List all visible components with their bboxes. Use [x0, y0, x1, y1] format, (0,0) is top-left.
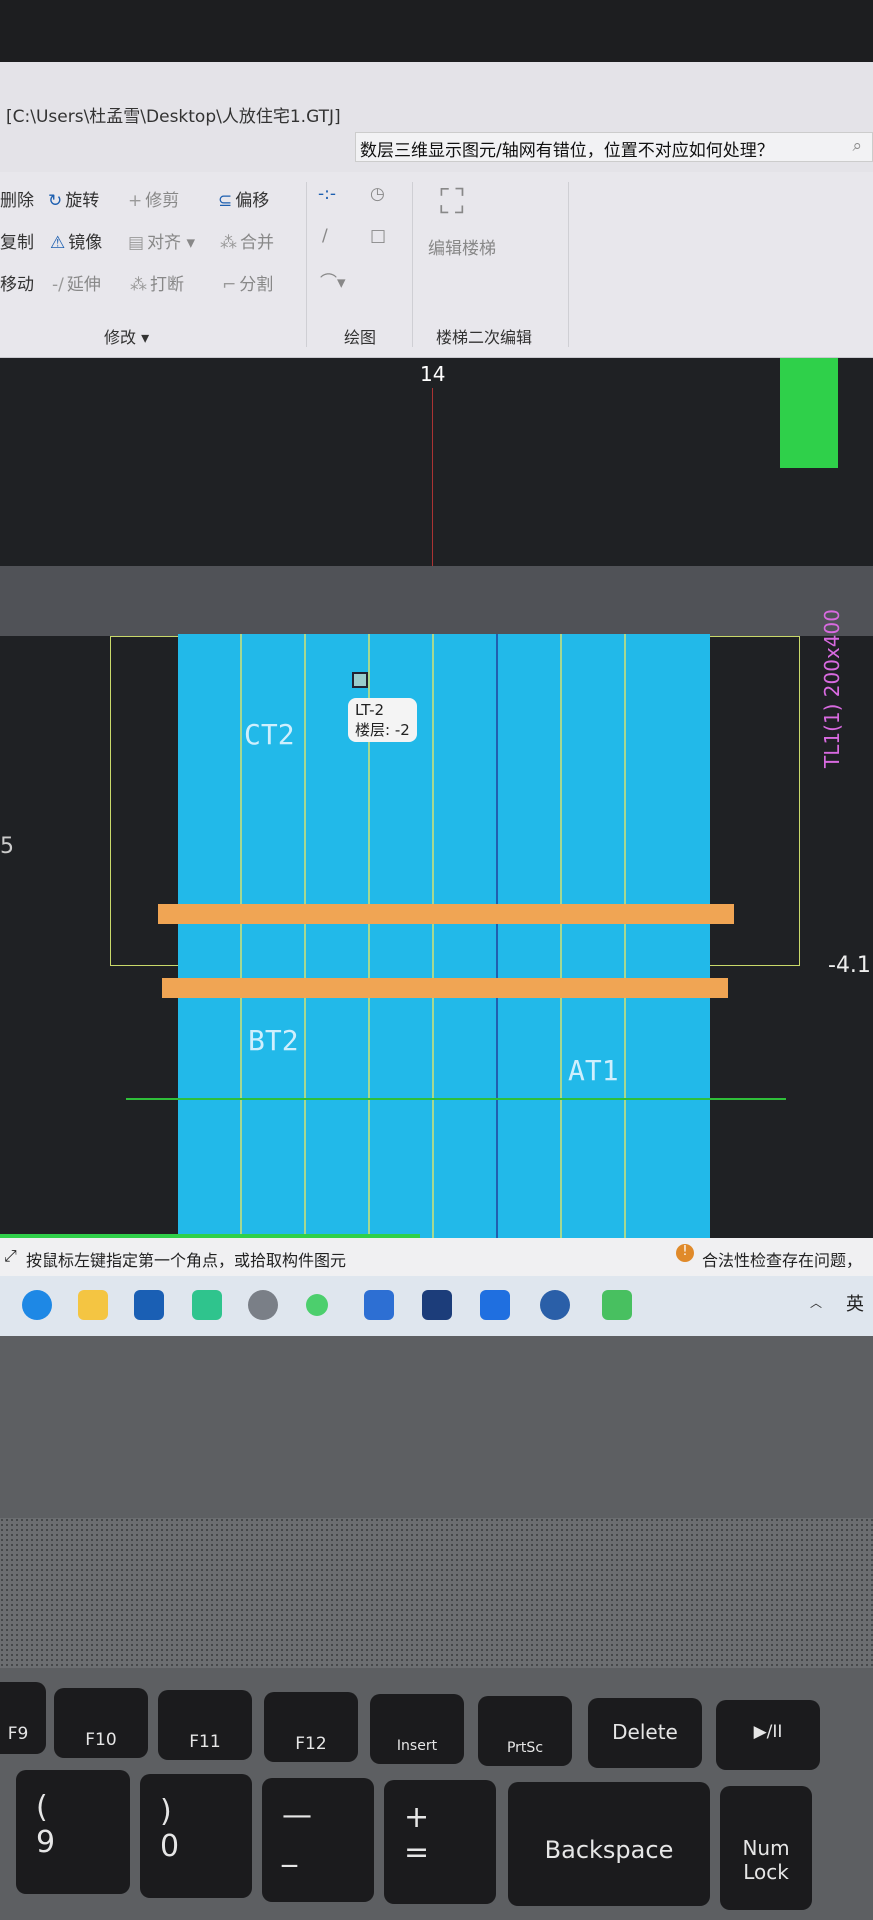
element-tooltip: LT-2 楼层: -2 — [348, 698, 417, 742]
speaker-grille — [0, 1518, 873, 1668]
store-icon[interactable] — [134, 1290, 164, 1320]
key-equals[interactable]: + = — [384, 1780, 496, 1904]
offset-button[interactable]: ⊆ 偏移 — [218, 186, 269, 211]
app-icon[interactable] — [364, 1290, 394, 1320]
copy-button[interactable]: 复制 — [0, 228, 34, 253]
rotate-icon: ↻ — [48, 191, 63, 211]
key-f11[interactable]: F11 — [158, 1690, 252, 1760]
merge-button[interactable]: ⁂ 合并 — [220, 228, 274, 253]
key-f9[interactable]: F9 — [0, 1682, 46, 1754]
ribbon: 删除 ↻ 旋转 + 修剪 ⊆ 偏移 复制 ⚠ 镜像 ▤ 对齐 ▾ ⁂ 合并 移动 -/延伸 … — [0, 172, 873, 358]
circle-icon[interactable]: ◷ — [370, 184, 385, 204]
move-button[interactable]: 移动 — [0, 270, 34, 295]
slab-band — [0, 566, 873, 636]
key-0[interactable]: ) 0 — [140, 1774, 252, 1898]
key-play-pause[interactable]: ▶/II — [716, 1700, 820, 1770]
beam-bar[interactable] — [158, 904, 734, 924]
elevation-label: -4.1 — [828, 953, 871, 978]
help-search-input[interactable]: 数层三维显示图元/轴网有错位，位置不对应如何处理？ ⌕ — [355, 132, 873, 162]
stair-label: AT1 — [568, 1054, 619, 1087]
break-button[interactable]: ⁂ 打断 — [130, 270, 184, 295]
trim-button[interactable]: + 修剪 — [128, 186, 179, 211]
resize-icon: ⤢ — [4, 1246, 17, 1265]
align-icon: ▤ — [128, 233, 145, 253]
stair-edit-group-label: 楼梯二次编辑 — [436, 328, 533, 347]
file-explorer-icon[interactable] — [78, 1290, 108, 1320]
mirror-icon: ⚠ — [50, 233, 66, 253]
key-delete[interactable]: Delete — [588, 1698, 702, 1768]
offset-icon: ⊆ — [218, 191, 233, 211]
settings-icon[interactable] — [248, 1290, 278, 1320]
edge-icon[interactable] — [22, 1290, 52, 1320]
modify-group-label[interactable]: 修改 ▾ — [104, 324, 149, 348]
stair-edit-icon[interactable]: ⛶ — [440, 182, 464, 222]
arc-icon[interactable]: ⌒▾ — [320, 268, 346, 293]
chevron-up-icon[interactable]: ︿ — [810, 1294, 822, 1311]
remote-icon[interactable] — [602, 1290, 632, 1320]
align-button[interactable]: ▤ 对齐 ▾ — [128, 228, 195, 253]
search-text: 数层三维显示图元/轴网有错位，位置不对应如何处理？ — [360, 141, 774, 161]
key-minus[interactable]: — _ — [262, 1778, 374, 1902]
app-window: [C:\Users\杜孟雪\Desktop\人放住宅1.GTJ] 数层三维显示图… — [0, 62, 873, 1282]
search-icon[interactable]: ⌕ — [852, 136, 862, 156]
dimension-line — [126, 1098, 786, 1100]
screen-bezel — [0, 0, 873, 64]
stair-label: BT2 — [248, 1024, 299, 1057]
command-prompt: 按鼠标左键指定第一个角点，或拾取构件图元 — [26, 1251, 347, 1270]
beam-bar[interactable] — [162, 978, 728, 998]
mirror-button[interactable]: ⚠ 镜像 — [50, 228, 102, 253]
axis-line — [432, 388, 433, 568]
split-icon: ⌐ — [222, 275, 237, 295]
key-prtsc[interactable]: PrtSc — [478, 1696, 572, 1766]
key-num-lock[interactable]: Num Lock — [720, 1786, 812, 1910]
key-9[interactable]: ( 9 — [16, 1770, 130, 1894]
left-label: 5 — [0, 834, 14, 859]
app2-icon[interactable] — [540, 1290, 570, 1320]
extend-icon: -/ — [52, 275, 64, 295]
stair-element[interactable]: CT2 BT2 AT1 — [178, 634, 710, 1252]
beam-label: TL1(1) 200x400 — [820, 609, 844, 768]
ime-indicator[interactable]: 英 — [846, 1290, 864, 1316]
wechat-icon[interactable] — [306, 1294, 328, 1316]
cad-icon[interactable] — [422, 1290, 452, 1320]
draw-group-label: 绘图 — [344, 328, 377, 347]
extend-button[interactable]: -/延伸 — [52, 270, 101, 295]
rectangle-icon[interactable]: □ — [370, 226, 386, 246]
merge-icon: ⁂ — [220, 233, 237, 253]
taskbar: ︿ 英 — [0, 1276, 873, 1336]
break-icon: ⁂ — [130, 275, 147, 295]
rotate-button[interactable]: ↻ 旋转 — [48, 186, 99, 211]
drawing-canvas[interactable]: 14 CT2 BT2 AT1 LT-2 楼层: -2 TL1(1) 200x40… — [0, 358, 873, 1282]
stair-label: CT2 — [244, 718, 295, 751]
pick-box-icon — [352, 672, 368, 688]
delete-button[interactable]: 删除 — [0, 186, 34, 211]
warning-icon[interactable]: ! — [676, 1244, 694, 1262]
key-backspace[interactable]: Backspace — [508, 1782, 710, 1906]
edit-stair-button[interactable]: 编辑楼梯 — [428, 234, 496, 259]
split-button[interactable]: ⌐ 分割 — [222, 270, 273, 295]
validation-warning[interactable]: 合法性检查存在问题， — [702, 1247, 862, 1271]
axis-label: 14 — [420, 362, 446, 386]
key-f12[interactable]: F12 — [264, 1692, 358, 1762]
line-icon[interactable]: / — [322, 226, 328, 246]
window-title: [C:\Users\杜孟雪\Desktop\人放住宅1.GTJ] — [6, 107, 341, 127]
green-element — [780, 358, 838, 468]
glodon-icon[interactable] — [480, 1290, 510, 1320]
status-bar: ⤢ 按鼠标左键指定第一个角点，或拾取构件图元 ! 合法性检查存在问题， — [0, 1238, 873, 1276]
key-insert[interactable]: Insert — [370, 1694, 464, 1764]
wechat-work-icon[interactable] — [192, 1290, 222, 1320]
point-icon[interactable]: -:- — [318, 184, 336, 204]
trim-icon: + — [128, 191, 143, 211]
key-f10[interactable]: F10 — [54, 1688, 148, 1758]
